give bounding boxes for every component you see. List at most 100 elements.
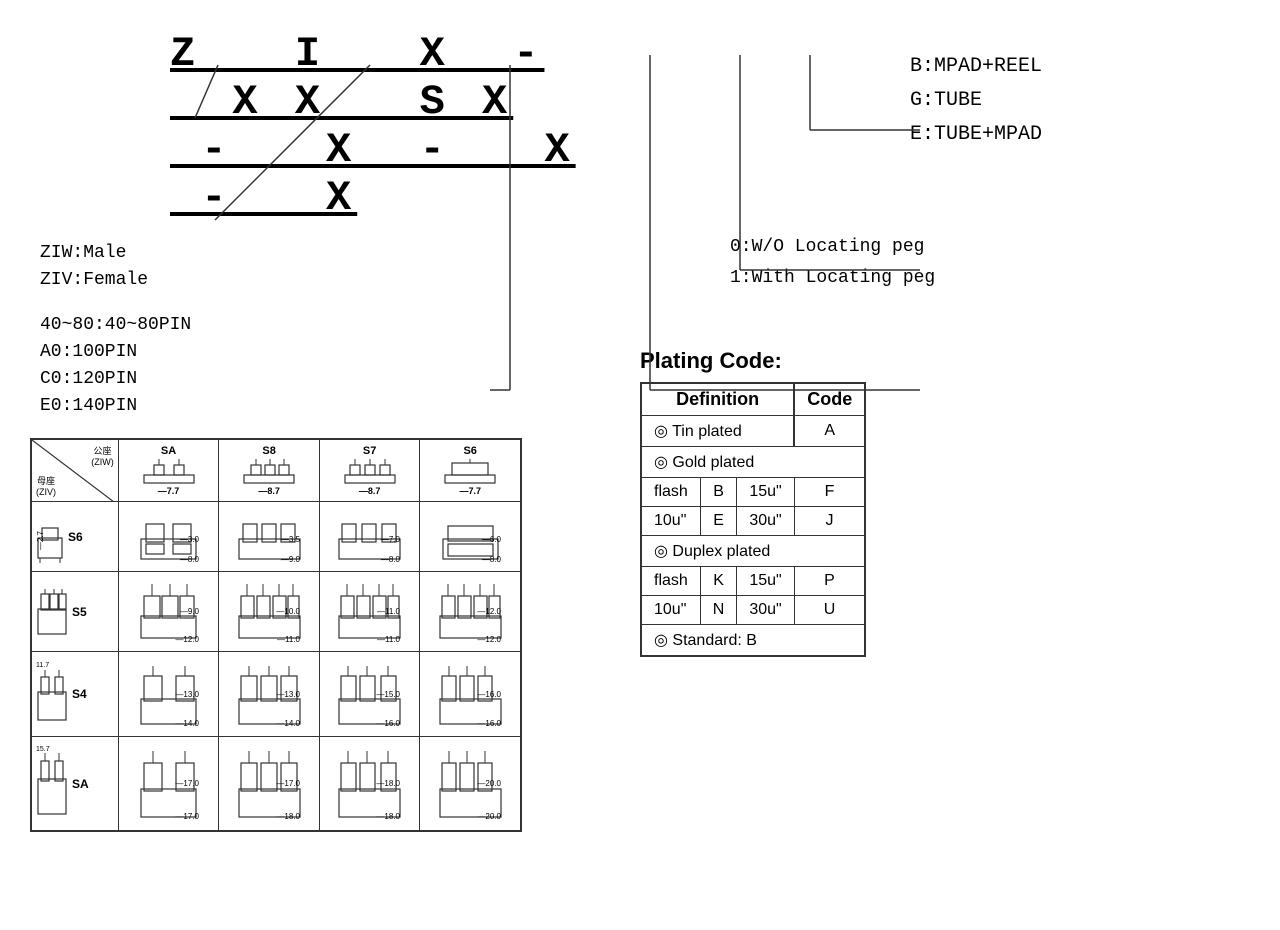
female-label: ZIV:Female [40,267,590,294]
svg-text:—3.5: —3.5 [280,535,300,544]
gold-u15-code: F [794,478,865,507]
svg-text:—15.0: —15.0 [377,690,401,699]
cell-s6-sa: —3.0 —8.0 [118,502,219,572]
plating-row-gold-header: ◎ Gold plated [641,447,865,478]
left-side: Z I X - X X S X - X - X - X ZIW:Male ZIV… [30,20,590,910]
row-label-s6: S6 [68,530,83,544]
svg-text:—11.0: —11.0 [377,635,401,644]
locating-section: 0:W/O Locating peg 1:With Locating peg [730,232,1250,293]
plating-header-code: Code [794,383,865,416]
svg-text:—17.0: —17.0 [175,779,199,788]
gold-u30-label: 30u" [737,507,794,536]
packaging-e: E:TUBE+MPAD [910,118,1250,152]
right-side: B:MPAD+REEL G:TUBE E:TUBE+MPAD 0:W/O Loc… [590,20,1250,910]
svg-text:—17.0: —17.0 [276,779,300,788]
svg-text:11.7: 11.7 [36,662,49,669]
gold-u15-label: 15u" [737,478,794,507]
cell-s6-s8: —3.5 —9.0 [219,502,320,572]
plating-row-duplex-flash: flash K 15u" P [641,567,865,596]
gold-u10-code: E [700,507,737,536]
code-string: Z I X - X X S X - X - X - X [170,30,590,222]
svg-text:—11.0: —11.0 [377,607,401,616]
col-header-s8: S8 —8.7 [219,440,320,502]
svg-text:—9.0: —9.0 [180,607,200,616]
svg-text:—14.0: —14.0 [175,719,199,728]
svg-text:—12.0: —12.0 [175,635,199,644]
svg-text:—6.0: —6.0 [482,535,502,544]
svg-text:—2.7: —2.7 [36,530,45,550]
row-label-sa: SA [72,777,89,791]
svg-text:—14.0: —14.0 [276,719,300,728]
pin-range: 40~80:40~80PIN [40,312,590,339]
svg-text:—12.0: —12.0 [477,607,501,616]
cell-s5-s8: —10.0 —11.0 [219,572,320,652]
table-row: 15.7 SA [32,737,521,831]
col-header-sa: SA —7.7 [118,440,219,502]
row-label-s4: S4 [72,687,87,701]
pin-e0: E0:140PIN [40,393,590,420]
duplex-d30-label: 30u" [737,596,794,625]
pin-a0: A0:100PIN [40,339,590,366]
svg-text:—8.0: —8.0 [381,555,401,564]
cell-sa-s8: —17.0 —18.0 [219,737,320,831]
duplex-d15-label: 15u" [737,567,794,596]
pin-labels: 40~80:40~80PIN A0:100PIN C0:120PIN E0:14… [40,312,590,420]
svg-text:—13.0: —13.0 [276,690,300,699]
cell-s4-s7: —15.0 —16.0 [319,652,420,737]
table-row: —2.7 S6 [32,502,521,572]
standard-label: ◎ Standard: B [654,632,757,649]
duplex-d10-label: 10u" [641,596,700,625]
plating-row-standard: ◎ Standard: B [641,625,865,657]
duplex-flash-code: K [700,567,737,596]
svg-text:—18.0: —18.0 [276,812,300,821]
cell-sa-sa: —17.0 —17.0 [118,737,219,831]
cell-s6-s7: —7.0 —8.0 [319,502,420,572]
pin-c0: C0:120PIN [40,366,590,393]
plating-table: Definition Code ◎ Tin plated A [640,382,866,657]
packaging-g: G:TUBE [910,84,1250,118]
gold-u30-code: J [794,507,865,536]
svg-text:—8.0: —8.0 [482,555,502,564]
plating-section: Plating Code: Definition Code ◎ Tin plat… [640,348,1250,657]
connector-table-wrapper: 公座(ZIW) 母座(ZIV) SA [30,438,522,832]
connector-table: 公座(ZIW) 母座(ZIV) SA [31,439,521,831]
cell-s5-sa: —9.0 —12.0 [118,572,219,652]
cell-sa-s6: —20.0 —20.0 [420,737,521,831]
packaging-b: B:MPAD+REEL [910,50,1250,84]
svg-text:—16.0: —16.0 [377,719,401,728]
cell-s4-s8: —13.0 —14.0 [219,652,320,737]
svg-text:—17.0: —17.0 [175,812,199,821]
plating-row-gold-flash: flash B 15u" F [641,478,865,507]
cell-s5-s7: —11.0 —11.0 [319,572,420,652]
plating-header-def: Definition [641,383,794,416]
male-label: ZIW:Male [40,240,590,267]
plating-row-duplex-header: ◎ Duplex plated [641,536,865,567]
gold-u10-label: 10u" [641,507,700,536]
svg-text:—18.0: —18.0 [377,812,401,821]
locating-zero: 0:W/O Locating peg [730,232,1250,263]
col-header-s7: S7 —8.7 [319,440,420,502]
cell-s4-sa: —13.0 —14.0 [118,652,219,737]
tin-code: A [794,416,865,447]
svg-text:—20.0: —20.0 [477,779,501,788]
plating-title: Plating Code: [640,348,1250,374]
svg-text:—18.0: —18.0 [377,779,401,788]
gold-label: ◎ Gold plated [654,454,754,471]
duplex-flash-label: flash [641,567,700,596]
gold-flash-label: flash [641,478,700,507]
svg-text:—13.0: —13.0 [175,690,199,699]
table-row: 7.2 S5 [32,572,521,652]
header-bottom-label: 母座(ZIV) [36,474,56,497]
labels-area: ZIW:Male ZIV:Female 40~80:40~80PIN A0:10… [40,240,590,420]
svg-text:—11.0: —11.0 [277,635,301,644]
duplex-d10-code: N [700,596,737,625]
table-row: 11.7 S4 [32,652,521,737]
col-header-s6: S6 —7.7 [420,440,521,502]
cell-s6-s6: —6.0 —8.0 [420,502,521,572]
plating-row-tin: ◎ Tin plated A [641,416,865,447]
svg-text:—20.0: —20.0 [477,812,501,821]
svg-text:15.7: 15.7 [36,746,50,753]
svg-text:—10.0: —10.0 [276,607,300,616]
packaging-section: B:MPAD+REEL G:TUBE E:TUBE+MPAD [910,50,1250,152]
svg-text:—12.0: —12.0 [477,635,501,644]
